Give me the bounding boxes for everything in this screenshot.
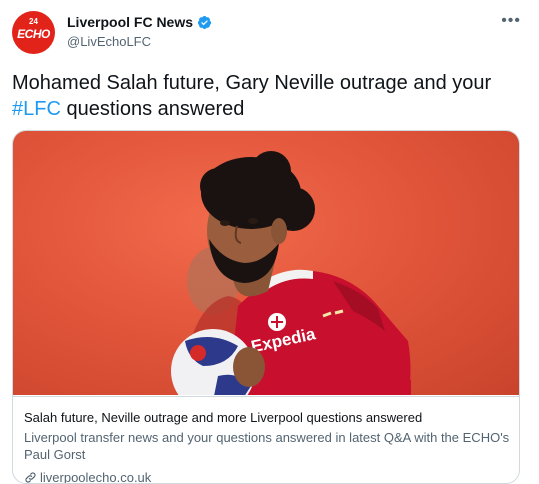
tweet-text-part1: Mohamed Salah future, Gary Neville outra…: [12, 72, 492, 94]
player-illustration: Expedia: [171, 151, 411, 395]
avatar[interactable]: 24 ECHO: [12, 11, 55, 54]
card-domain-text[interactable]: liverpoolecho.co.uk: [40, 469, 151, 483]
card-body[interactable]: Salah future, Neville outrage and more L…: [13, 396, 519, 483]
verified-badge-icon: [197, 15, 212, 29]
hashtag-link[interactable]: #LFC: [12, 98, 61, 120]
card-image[interactable]: Expedia: [13, 131, 519, 395]
avatar-logo-text: ECHO: [17, 27, 50, 41]
card-title[interactable]: Salah future, Neville outrage and more L…: [24, 409, 510, 426]
display-name[interactable]: Liverpool FC News: [67, 14, 193, 30]
more-options-icon[interactable]: •••: [501, 12, 521, 30]
tweet-text: Mohamed Salah future, Gary Neville outra…: [12, 70, 527, 122]
user-info[interactable]: Liverpool FC News @LivEchoLFC: [67, 14, 212, 49]
avatar-number: 24: [29, 17, 38, 26]
tweet[interactable]: 24 ECHO Liverpool FC News @LivEchoLFC ••…: [0, 0, 539, 484]
name-row: Liverpool FC News: [67, 14, 212, 30]
link-icon: [25, 472, 36, 483]
card-description: Liverpool transfer news and your questio…: [24, 430, 510, 462]
tweet-text-part2: questions answered: [60, 98, 245, 120]
user-handle[interactable]: @LivEchoLFC: [67, 34, 212, 49]
card-domain[interactable]: liverpoolecho.co.uk: [24, 469, 510, 483]
link-card[interactable]: Expedia Salah future, Neville outrage an…: [12, 130, 520, 484]
